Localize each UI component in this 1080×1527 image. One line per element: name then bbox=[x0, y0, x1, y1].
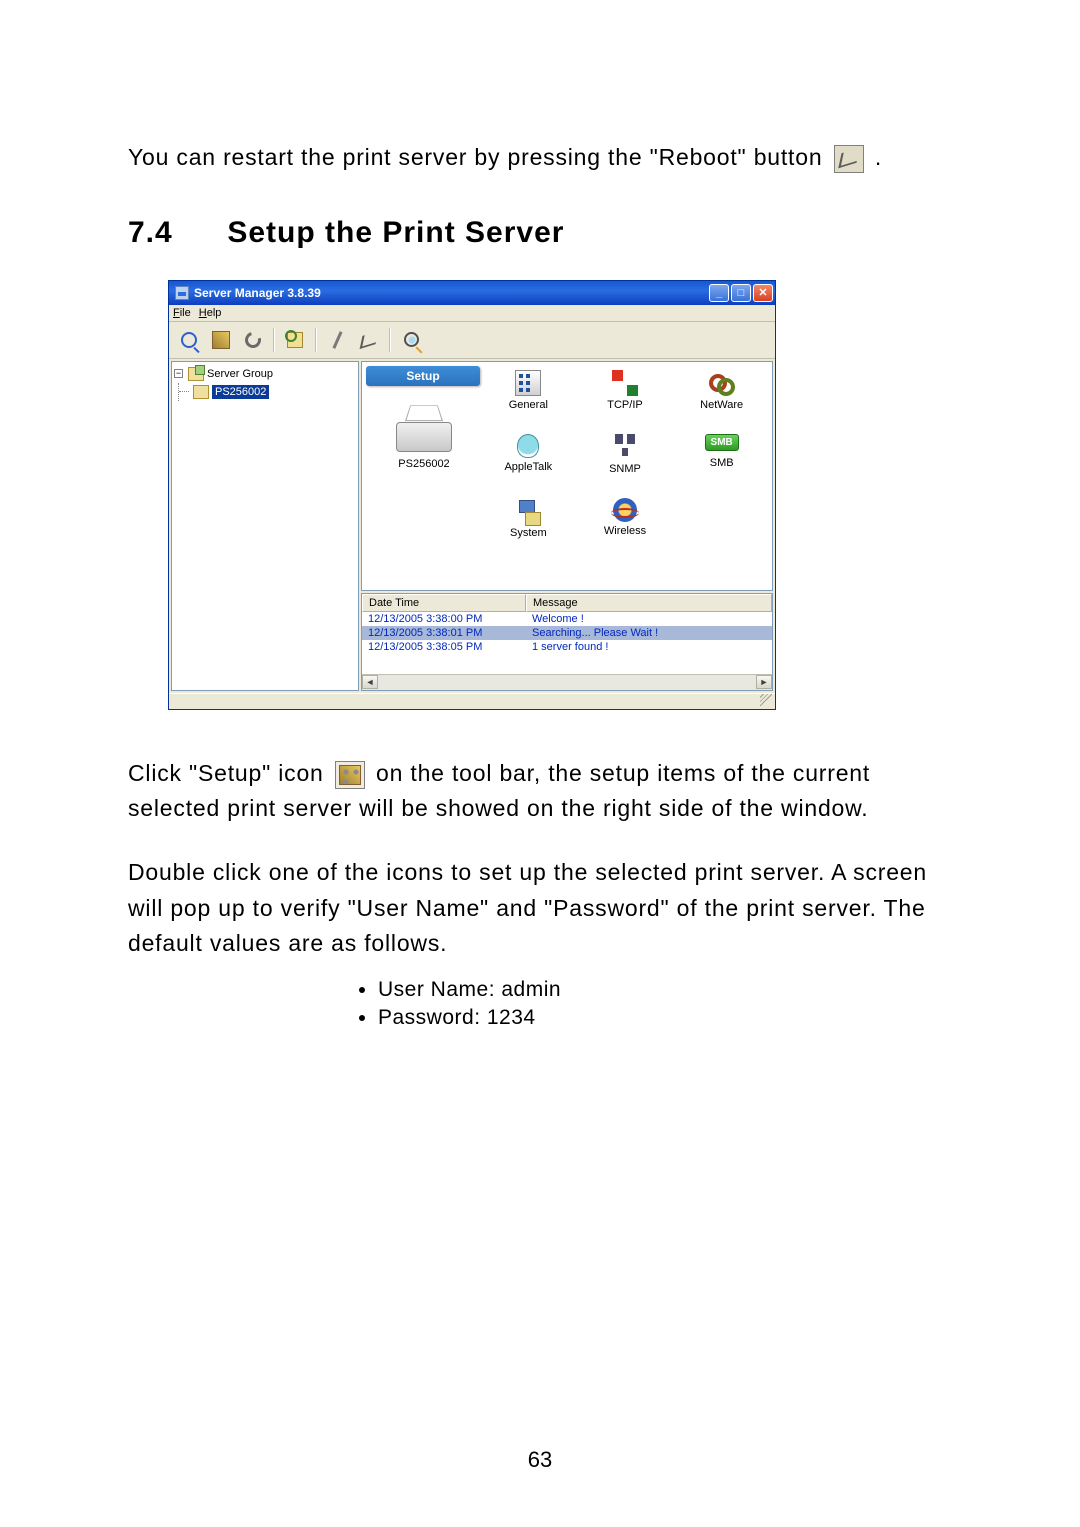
text: Click "Setup" icon bbox=[128, 760, 331, 786]
reboot-icon bbox=[360, 331, 379, 349]
section-title: Setup the Print Server bbox=[227, 216, 564, 249]
tree-pane: − Server Group PS256002 bbox=[171, 361, 359, 691]
setup-item-general[interactable]: General bbox=[482, 370, 575, 430]
setup-item-snmp[interactable]: SNMP bbox=[579, 434, 672, 494]
label: System bbox=[510, 527, 547, 539]
apple-icon bbox=[517, 434, 539, 458]
cell: 12/13/2005 3:38:01 PM bbox=[362, 626, 526, 640]
cell: Searching... Please Wait ! bbox=[526, 626, 772, 640]
setup-item-smb[interactable]: SMB SMB bbox=[675, 434, 768, 494]
tree-item-row[interactable]: PS256002 bbox=[174, 383, 356, 401]
setup-item-tcpip[interactable]: TCP/IP bbox=[579, 370, 672, 430]
column-header-datetime[interactable]: Date Time bbox=[362, 594, 526, 612]
text: . bbox=[875, 144, 882, 170]
setup-item-system[interactable]: System bbox=[482, 498, 575, 558]
toolbar-setup-button[interactable] bbox=[207, 326, 235, 354]
menu-file[interactable]: File bbox=[173, 307, 191, 319]
scroll-right-button[interactable]: ► bbox=[756, 675, 772, 689]
resize-grip[interactable] bbox=[760, 694, 772, 706]
reset-icon bbox=[242, 329, 264, 351]
toolbar-upgrade-button[interactable] bbox=[281, 326, 309, 354]
general-icon bbox=[515, 370, 541, 396]
label: SNMP bbox=[609, 463, 641, 475]
toolbar-reset-button[interactable] bbox=[239, 326, 267, 354]
snmp-icon bbox=[612, 434, 638, 460]
toolbar bbox=[169, 322, 775, 359]
cell: Welcome ! bbox=[526, 612, 772, 626]
tree-connector bbox=[178, 383, 190, 401]
tcpip-icon bbox=[612, 370, 638, 396]
setup-banner: Setup bbox=[366, 366, 480, 386]
wireless-icon bbox=[613, 498, 637, 522]
menubar: File Help bbox=[169, 305, 775, 322]
titlebar: Server Manager 3.8.39 _ □ ✕ bbox=[169, 281, 775, 305]
list-item: User Name: admin bbox=[378, 978, 952, 1002]
cell: 12/13/2005 3:38:05 PM bbox=[362, 640, 526, 654]
defaults-list: User Name: admin Password: 1234 bbox=[128, 978, 952, 1030]
wand-icon bbox=[332, 331, 342, 349]
paragraph-doubleclick: Double click one of the icons to set up … bbox=[128, 855, 952, 962]
menu-help[interactable]: Help bbox=[199, 307, 222, 319]
setup-item-wireless[interactable]: Wireless bbox=[579, 498, 672, 558]
maximize-button[interactable]: □ bbox=[731, 284, 751, 302]
setup-item-appletalk[interactable]: AppleTalk bbox=[482, 434, 575, 494]
printer-icon bbox=[390, 400, 458, 452]
server-group-icon bbox=[188, 367, 204, 381]
search-icon bbox=[181, 332, 197, 348]
app-icon bbox=[175, 286, 189, 300]
toolbar-reboot-button[interactable] bbox=[355, 326, 383, 354]
upgrade-icon bbox=[287, 332, 303, 348]
setup-icon bbox=[212, 331, 230, 349]
reboot-icon bbox=[834, 145, 864, 173]
printserver-icon bbox=[193, 385, 209, 399]
setup-icon bbox=[335, 761, 365, 789]
log-row[interactable]: 12/13/2005 3:38:05 PM 1 server found ! bbox=[362, 640, 772, 654]
log-row[interactable]: 12/13/2005 3:38:00 PM Welcome ! bbox=[362, 612, 772, 626]
statusbar bbox=[169, 693, 775, 709]
horizontal-scrollbar[interactable]: ◄ ► bbox=[362, 674, 772, 690]
toolbar-search-button[interactable] bbox=[175, 326, 203, 354]
toolbar-wizard-button[interactable] bbox=[323, 326, 351, 354]
paragraph-click-setup: Click "Setup" icon on the tool bar, the … bbox=[128, 756, 952, 827]
label: AppleTalk bbox=[504, 461, 552, 473]
label: TCP/IP bbox=[607, 399, 642, 411]
tree-root-row[interactable]: − Server Group bbox=[174, 365, 356, 383]
tree-root-label: Server Group bbox=[207, 368, 273, 380]
scroll-left-button[interactable]: ◄ bbox=[362, 675, 378, 689]
log-row[interactable]: 12/13/2005 3:38:01 PM Searching... Pleas… bbox=[362, 626, 772, 640]
tree-item-label: PS256002 bbox=[212, 385, 269, 399]
setup-item-netware[interactable]: NetWare bbox=[675, 370, 768, 430]
label: SMB bbox=[710, 457, 734, 469]
cell: 1 server found ! bbox=[526, 640, 772, 654]
netware-icon bbox=[709, 370, 735, 396]
cell: 12/13/2005 3:38:00 PM bbox=[362, 612, 526, 626]
window-title: Server Manager 3.8.39 bbox=[194, 286, 709, 300]
server-manager-window: Server Manager 3.8.39 _ □ ✕ File Help bbox=[168, 280, 776, 710]
paragraph-restart: You can restart the print server by pres… bbox=[128, 140, 952, 176]
label: General bbox=[509, 399, 548, 411]
label: Wireless bbox=[604, 525, 646, 537]
close-button[interactable]: ✕ bbox=[753, 284, 773, 302]
toolbar-zoom-button[interactable] bbox=[397, 326, 425, 354]
toolbar-separator bbox=[315, 328, 317, 352]
page-number: 63 bbox=[0, 1447, 1080, 1473]
log-pane: Date Time Message 12/13/2005 3:38:00 PM … bbox=[361, 593, 773, 691]
label: NetWare bbox=[700, 399, 743, 411]
text: You can restart the print server by pres… bbox=[128, 144, 830, 170]
magnifier-icon bbox=[404, 332, 419, 347]
collapse-icon[interactable]: − bbox=[174, 369, 183, 378]
smb-badge-icon: SMB bbox=[705, 434, 739, 451]
list-item: Password: 1234 bbox=[378, 1006, 952, 1030]
section-number: 7.4 bbox=[128, 216, 218, 250]
column-header-message[interactable]: Message bbox=[526, 594, 772, 612]
system-icon bbox=[515, 498, 541, 524]
toolbar-separator bbox=[389, 328, 391, 352]
toolbar-separator bbox=[273, 328, 275, 352]
device-label: PS256002 bbox=[366, 458, 482, 470]
section-heading: 7.4 Setup the Print Server bbox=[128, 216, 952, 250]
icons-pane: Setup PS256002 General bbox=[361, 361, 773, 591]
minimize-button[interactable]: _ bbox=[709, 284, 729, 302]
